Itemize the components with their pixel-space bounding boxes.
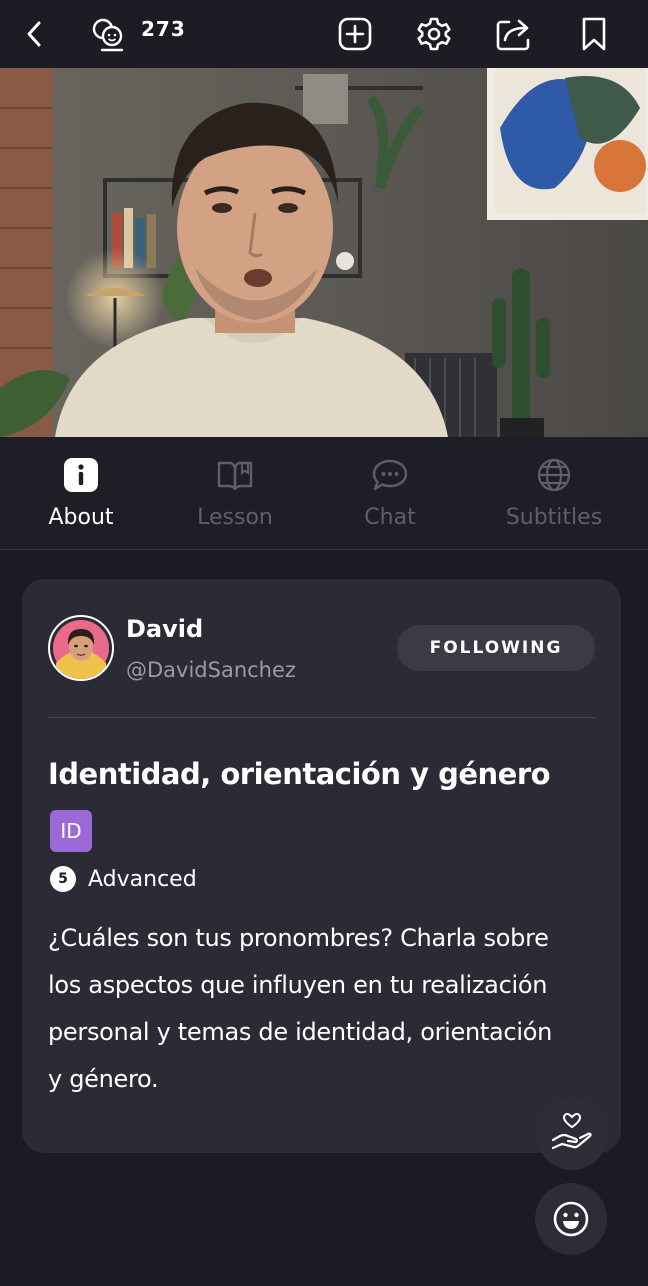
add-button[interactable] (333, 12, 377, 56)
lesson-info-card: David @DavidSanchez FOLLOWING Identidad,… (22, 579, 621, 1153)
chat-bubble-icon (372, 459, 408, 491)
tip-button[interactable] (536, 1098, 608, 1170)
bookmark-button[interactable] (572, 12, 616, 56)
back-button[interactable] (12, 12, 56, 56)
tab-chat[interactable]: Chat (309, 437, 471, 550)
level-number: 5 (50, 866, 76, 892)
gear-icon (417, 17, 451, 51)
tab-about[interactable]: About (0, 437, 162, 550)
avatar-image (53, 620, 109, 679)
top-bar: 273 (0, 0, 648, 68)
share-icon (496, 19, 530, 51)
reaction-button[interactable] (535, 1183, 607, 1255)
lesson-title: Identidad, orientación y género (48, 757, 551, 791)
tab-chat-label: Chat (364, 505, 416, 530)
settings-button[interactable] (412, 12, 456, 56)
tab-subtitles[interactable]: Subtitles (473, 437, 635, 550)
avatar[interactable] (48, 615, 114, 681)
video-player[interactable] (0, 68, 648, 437)
hand-heart-icon (551, 1112, 592, 1150)
author-name[interactable]: David (126, 615, 203, 643)
chevron-left-icon (27, 21, 41, 47)
app-screen: 273 About Lesson Chat Subtitles David @D… (0, 0, 648, 1286)
tab-bar: About Lesson Chat Subtitles (0, 437, 648, 550)
level-label: Advanced (88, 867, 197, 892)
tab-subtitles-label: Subtitles (505, 505, 603, 530)
share-button[interactable] (492, 12, 536, 56)
author-handle[interactable]: @DavidSanchez (126, 658, 296, 682)
bookmark-icon (582, 17, 606, 51)
divider (48, 717, 595, 718)
topic-badge: ID (50, 810, 92, 852)
following-button[interactable]: FOLLOWING (397, 625, 595, 671)
community-button[interactable] (86, 12, 130, 56)
viewer-count: 273 (141, 17, 186, 41)
info-icon (64, 458, 98, 492)
video-frame (0, 68, 648, 437)
plus-square-icon (338, 17, 372, 51)
globe-icon (537, 458, 571, 492)
tab-lesson[interactable]: Lesson (154, 437, 316, 550)
community-icon (92, 18, 124, 52)
book-icon (217, 461, 253, 491)
tab-about-label: About (48, 505, 114, 530)
tab-lesson-label: Lesson (197, 505, 273, 530)
smiley-icon (553, 1201, 589, 1237)
lesson-description: ¿Cuáles son tus pronombres? Charla sobre… (48, 924, 552, 1093)
